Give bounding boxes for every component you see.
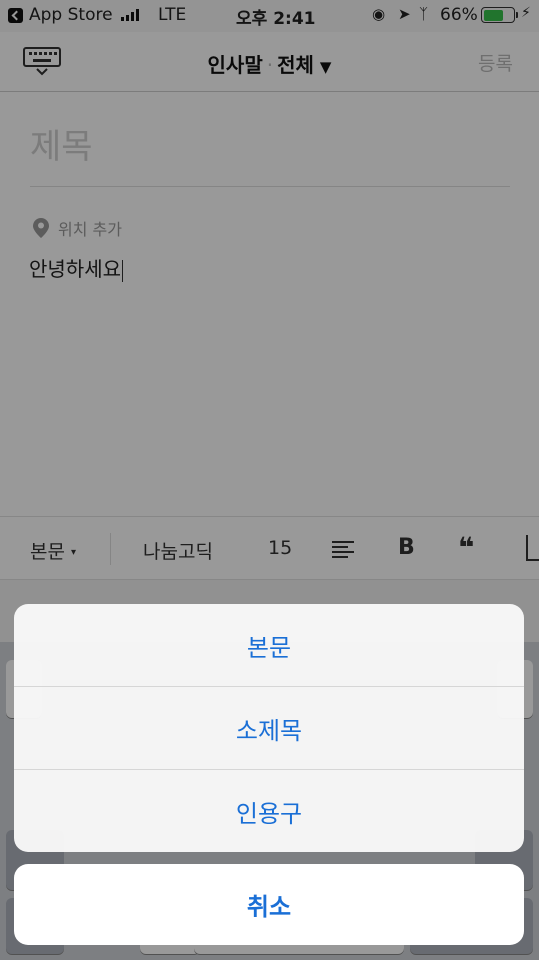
cancel-button[interactable]: 취소 <box>14 864 524 945</box>
option-quote[interactable]: 인용구 <box>14 770 524 852</box>
action-sheet: 본문 소제목 인용구 <box>14 604 524 852</box>
option-body[interactable]: 본문 <box>14 604 524 686</box>
option-subheading[interactable]: 소제목 <box>14 687 524 769</box>
